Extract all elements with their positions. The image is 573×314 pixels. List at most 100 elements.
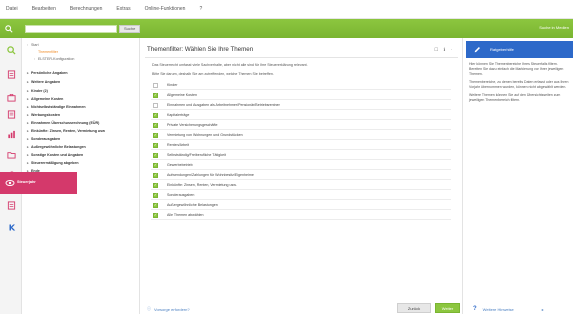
- topic-row[interactable]: Private Versicherungsgeschäfte: [151, 121, 451, 130]
- tree-item-sonderausgaben[interactable]: ▸ Sonderausgaben: [27, 136, 60, 142]
- menu-help[interactable]: ?: [199, 6, 202, 12]
- topic-label: Alle Themen abwählen: [167, 213, 204, 217]
- main-panel: Themenfilter: Wählen Sie Ihre Themen ☐ ℹ…: [141, 38, 462, 314]
- topic-label: Kinder: [167, 83, 178, 87]
- briefcase-nav-icon[interactable]: [5, 92, 17, 103]
- menu-edit[interactable]: Bearbeiten: [32, 6, 56, 12]
- document-nav-icon[interactable]: [5, 69, 17, 80]
- search-button[interactable]: Suche: [119, 24, 141, 33]
- list-nav-icon[interactable]: [5, 109, 17, 120]
- topic-label: Kapitalerträge: [167, 113, 190, 117]
- topic-checkbox[interactable]: [153, 172, 158, 178]
- panel-tools[interactable]: ☐ ℹ ·: [434, 47, 454, 53]
- intro-line-2: Bitte Sie darum, deshalb Sie am zutreffe…: [152, 72, 274, 76]
- topic-checkbox[interactable]: [153, 202, 158, 208]
- vorsorge-link[interactable]: ⓘ Vorsorge erfordern?: [147, 306, 190, 312]
- tree-item-weitere-angaben[interactable]: ▸ Weitere Angaben: [27, 79, 60, 85]
- search-input[interactable]: [25, 24, 117, 33]
- topic-label: Einkünfte: Zinsen, Renten, Vermietung us…: [167, 183, 237, 187]
- topic-row[interactable]: Kapitalerträge: [151, 111, 451, 120]
- page-title: Themenfilter: Wählen Sie Ihre Themen: [147, 46, 254, 53]
- tree-item-sonstige[interactable]: ▸ Sonstige Kosten und Angaben: [27, 152, 83, 158]
- help-nav-arrow[interactable]: ▸: [542, 307, 544, 312]
- topic-label: Einnahmen und Ausgaben als Arbeitnehmer/…: [167, 103, 280, 107]
- help-title: Ratgeberhilfe: [490, 47, 514, 52]
- topic-label: Allgemeine Kosten: [167, 93, 197, 97]
- help-text-line: Bereiten Sie dazu einfach die Markierung…: [469, 67, 564, 71]
- topic-label: Renten/Arbeit: [167, 143, 189, 147]
- tree-item-nichtselbststaendige[interactable]: ▸ Nichtselbstständige Einnahmen: [27, 104, 86, 110]
- topic-checkbox[interactable]: [153, 92, 158, 98]
- help-more-link[interactable]: Weitere Hinweise: [483, 307, 514, 312]
- search-nav-icon[interactable]: [5, 45, 17, 56]
- topic-checkbox[interactable]: [153, 82, 158, 88]
- topic-checkbox[interactable]: [153, 212, 158, 218]
- topic-checkbox[interactable]: [153, 192, 158, 198]
- topic-row[interactable]: Vermietung von Wohnungen und Grundstücke…: [151, 131, 451, 140]
- help-text-line: jeweiligen Themenbereich filtern.: [469, 98, 521, 102]
- topic-row[interactable]: Einnahmen und Ausgaben als Arbeitnehmer/…: [151, 101, 451, 110]
- menu-calculations[interactable]: Berechnungen: [70, 6, 103, 12]
- topic-row[interactable]: Kinder: [151, 81, 451, 90]
- topic-checkbox[interactable]: [153, 122, 158, 128]
- tree-item-allgemeine-kosten[interactable]: ▸ Allgemeine Kosten: [27, 96, 63, 102]
- back-button[interactable]: Zurück: [397, 303, 431, 313]
- eye-icon: [5, 180, 15, 186]
- topic-checkbox[interactable]: [153, 162, 158, 168]
- topic-row[interactable]: Außergewöhnliche Belastungen: [151, 201, 451, 210]
- tree-item-einkuenfte[interactable]: ▸ Einkünfte: Zinsen, Renten, Vermietung u…: [27, 128, 105, 134]
- form-nav-icon[interactable]: [5, 200, 17, 211]
- topic-label: Sonderausgaben: [167, 193, 195, 197]
- topic-row[interactable]: Selbstständig/Freiberufliche Tätigkeit: [151, 151, 451, 160]
- search-icon: [0, 19, 17, 38]
- topic-row[interactable]: Allgemeine Kosten: [151, 91, 451, 100]
- help-text-line: Vorjahr übernommen wurden, können nicht …: [469, 85, 567, 89]
- topic-row[interactable]: Alle Themen abwählen: [151, 211, 451, 220]
- tree-item-werbungskosten[interactable]: ▸ Werbungskosten: [27, 112, 60, 118]
- help-text-line: Hier können Sie Themenbereiche Ihres Ste…: [469, 62, 558, 66]
- topic-checkbox[interactable]: [153, 112, 158, 118]
- topic-row[interactable]: Aufwendungen/Zahlungen für Wohnbesitz/Ei…: [151, 171, 451, 180]
- tree-item-themenfilter[interactable]: Themenfilter: [38, 49, 58, 55]
- sidebar-item-selected-label: Steuerjahr: [17, 180, 36, 184]
- help-text-line: Themen.: [469, 72, 483, 76]
- info-icon: ⓘ: [147, 306, 151, 311]
- tree-item-persoenliche-angaben[interactable]: ▸ Persönliche Angaben: [27, 70, 68, 76]
- help-panel: Ratgeberhilfe Hier können Sie Themenbere…: [462, 38, 573, 314]
- topic-checkbox[interactable]: [153, 132, 158, 138]
- topic-row[interactable]: Gewerbebetrieb: [151, 161, 451, 170]
- tree-item-steuerermaessigung[interactable]: ▸ Steuerermäßigung abgeben: [27, 160, 79, 166]
- menu-online[interactable]: Online-Funktionen: [145, 6, 186, 12]
- topic-checkbox[interactable]: [153, 182, 158, 188]
- topic-row[interactable]: Sonderausgaben: [151, 191, 451, 200]
- tree-item-aussergewoehnliche[interactable]: ▸ Außergewöhnliche Belastungen: [27, 144, 86, 150]
- topic-label: Private Versicherungsgeschäfte: [167, 123, 218, 127]
- topic-checkbox[interactable]: [153, 142, 158, 148]
- help-header: Ratgeberhilfe: [466, 41, 573, 58]
- help-footer: ? Weitere Hinweise ▸: [473, 306, 544, 312]
- menu-file[interactable]: Datei: [6, 6, 18, 12]
- toolbar-right-text[interactable]: Suche in Medien: [539, 25, 569, 30]
- toolbar: Suche Suche in Medien: [0, 19, 573, 38]
- topic-checkbox[interactable]: [153, 152, 158, 158]
- topic-checkbox[interactable]: [153, 102, 158, 108]
- topic-label: Vermietung von Wohnungen und Grundstücke…: [167, 133, 243, 137]
- topic-row[interactable]: Renten/Arbeit: [151, 141, 451, 150]
- k-nav-icon[interactable]: K: [5, 222, 17, 233]
- help-text-line: Themenbereiche, zu denen bereits Daten e…: [469, 80, 569, 84]
- tree-item-elster[interactable]: ▫ ELSTER-Konfiguration: [34, 56, 74, 62]
- folder-nav-icon[interactable]: [5, 149, 17, 160]
- topic-row[interactable]: Einkünfte: Zinsen, Renten, Vermietung us…: [151, 181, 451, 190]
- sidebar-item-selected[interactable]: Steuerjahr: [0, 172, 77, 194]
- menu-bar: Datei Bearbeiten Berechnungen Extras Onl…: [0, 0, 573, 19]
- tree-item-euer[interactable]: ▸ Einnahmen Überschussrechnung (EÜR): [27, 120, 99, 126]
- topic-label: Aufwendungen/Zahlungen für Wohnbesitz/Ei…: [167, 173, 254, 177]
- tree-item-start[interactable]: ▫ Start: [27, 42, 39, 48]
- svg-text:K: K: [8, 223, 15, 232]
- divider: [145, 57, 458, 58]
- tree-item-kinder[interactable]: ▸ Kinder (2): [27, 88, 48, 94]
- next-button[interactable]: Weiter: [435, 303, 460, 313]
- chart-nav-icon[interactable]: [5, 129, 17, 140]
- menu-extras[interactable]: Extras: [116, 6, 130, 12]
- topic-label: Außergewöhnliche Belastungen: [167, 203, 218, 207]
